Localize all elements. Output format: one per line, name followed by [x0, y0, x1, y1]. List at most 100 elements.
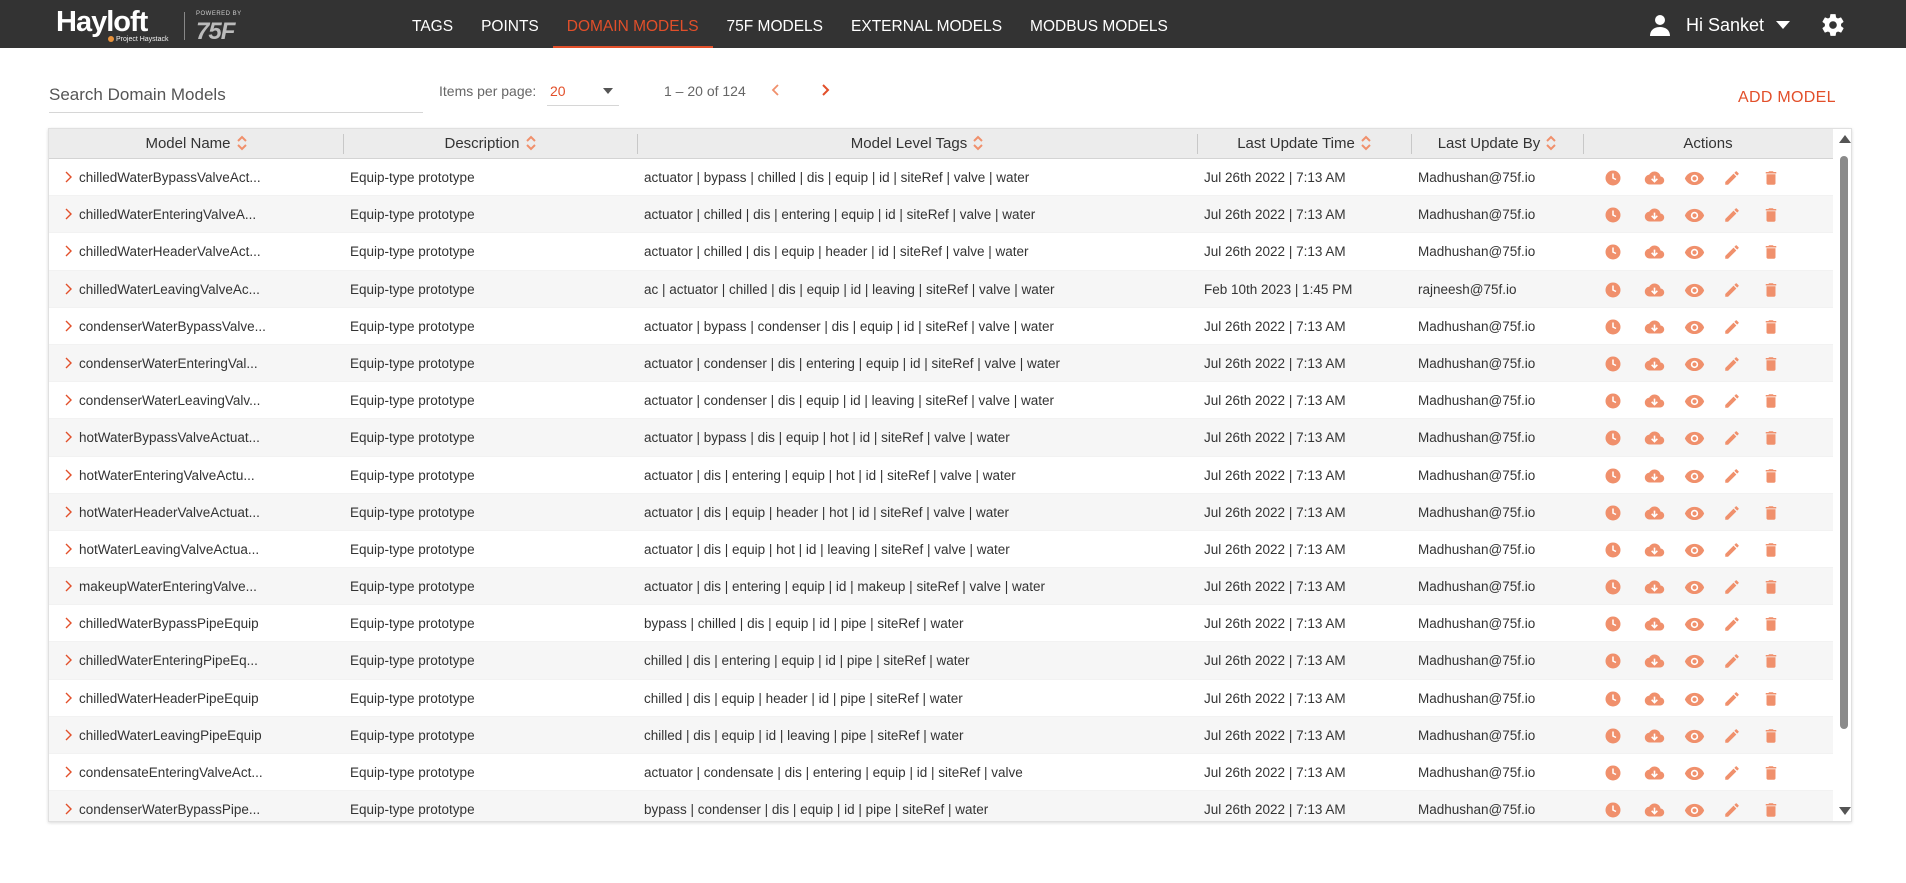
expand-row-icon[interactable] [63, 642, 75, 679]
view-icon[interactable] [1684, 504, 1705, 522]
history-icon[interactable] [1604, 690, 1622, 708]
table-row[interactable]: condensateEnteringValveAct... Equip-type… [49, 754, 1833, 792]
edit-icon[interactable] [1723, 392, 1741, 410]
view-icon[interactable] [1684, 801, 1705, 819]
expand-row-icon[interactable] [63, 754, 75, 791]
expand-row-icon[interactable] [63, 233, 75, 270]
download-icon[interactable] [1644, 801, 1665, 819]
delete-icon[interactable] [1762, 504, 1780, 522]
history-icon[interactable] [1604, 801, 1622, 819]
expand-row-icon[interactable] [63, 568, 75, 605]
delete-icon[interactable] [1762, 541, 1780, 559]
edit-icon[interactable] [1723, 429, 1741, 447]
edit-icon[interactable] [1723, 764, 1741, 782]
next-page-icon[interactable] [816, 80, 834, 100]
table-row[interactable]: chilledWaterLeavingPipeEquip Equip-type … [49, 716, 1833, 754]
expand-row-icon[interactable] [63, 531, 75, 568]
table-row[interactable]: chilledWaterEnteringValveA... Equip-type… [49, 196, 1833, 234]
view-icon[interactable] [1684, 541, 1705, 559]
view-icon[interactable] [1684, 690, 1705, 708]
add-model-button[interactable]: ADD MODEL [1738, 89, 1836, 107]
delete-icon[interactable] [1762, 727, 1780, 745]
expand-row-icon[interactable] [63, 605, 75, 642]
delete-icon[interactable] [1762, 801, 1780, 819]
download-icon[interactable] [1644, 652, 1665, 670]
scrollbar-thumb[interactable] [1840, 156, 1848, 729]
download-icon[interactable] [1644, 764, 1665, 782]
delete-icon[interactable] [1762, 243, 1780, 261]
edit-icon[interactable] [1723, 243, 1741, 261]
scroll-up-icon[interactable] [1839, 135, 1851, 143]
delete-icon[interactable] [1762, 467, 1780, 485]
expand-row-icon[interactable] [63, 196, 75, 233]
view-icon[interactable] [1684, 578, 1705, 596]
table-row[interactable]: chilledWaterLeavingValveAc... Equip-type… [49, 270, 1833, 308]
history-icon[interactable] [1604, 429, 1622, 447]
expand-row-icon[interactable] [63, 345, 75, 382]
table-row[interactable]: makeupWaterEnteringValve... Equip-type p… [49, 568, 1833, 606]
items-per-page-select[interactable]: 20 [547, 78, 619, 106]
table-row[interactable]: hotWaterLeavingValveActua... Equip-type … [49, 531, 1833, 569]
search-domain-models-input[interactable] [49, 78, 423, 113]
delete-icon[interactable] [1762, 206, 1780, 224]
edit-icon[interactable] [1723, 504, 1741, 522]
view-icon[interactable] [1684, 429, 1705, 447]
history-icon[interactable] [1604, 764, 1622, 782]
view-icon[interactable] [1684, 652, 1705, 670]
expand-row-icon[interactable] [63, 717, 75, 754]
download-icon[interactable] [1644, 169, 1665, 187]
table-row[interactable]: hotWaterEnteringValveActu... Equip-type … [49, 457, 1833, 494]
download-icon[interactable] [1644, 429, 1665, 447]
vertical-scrollbar[interactable] [1836, 129, 1851, 821]
delete-icon[interactable] [1762, 652, 1780, 670]
edit-icon[interactable] [1723, 206, 1741, 224]
history-icon[interactable] [1604, 727, 1622, 745]
history-icon[interactable] [1604, 392, 1622, 410]
delete-icon[interactable] [1762, 429, 1780, 447]
table-row[interactable]: hotWaterBypassValveActuat... Equip-type … [49, 419, 1833, 457]
download-icon[interactable] [1644, 504, 1665, 522]
history-icon[interactable] [1604, 541, 1622, 559]
expand-row-icon[interactable] [63, 382, 75, 419]
download-icon[interactable] [1644, 578, 1665, 596]
table-row[interactable]: condenserWaterLeavingValv... Equip-type … [49, 382, 1833, 420]
nav-tab-domain-models[interactable]: DOMAIN MODELS [552, 0, 713, 48]
delete-icon[interactable] [1762, 690, 1780, 708]
view-icon[interactable] [1684, 615, 1705, 633]
view-icon[interactable] [1684, 281, 1705, 299]
gear-icon[interactable] [1820, 12, 1846, 38]
download-icon[interactable] [1644, 541, 1665, 559]
delete-icon[interactable] [1762, 281, 1780, 299]
history-icon[interactable] [1604, 206, 1622, 224]
history-icon[interactable] [1604, 467, 1622, 485]
delete-icon[interactable] [1762, 318, 1780, 336]
download-icon[interactable] [1644, 690, 1665, 708]
hayloft-logo[interactable]: Hayloft Project Haystack POWERED BY 75F [56, 6, 256, 45]
column-header-last-update-time[interactable]: Last Update Time [1197, 129, 1411, 159]
view-icon[interactable] [1684, 392, 1705, 410]
table-row[interactable]: condenserWaterBypassValve... Equip-type … [49, 308, 1833, 345]
edit-icon[interactable] [1723, 281, 1741, 299]
table-row[interactable]: chilledWaterBypassValveAct... Equip-type… [49, 159, 1833, 197]
edit-icon[interactable] [1723, 318, 1741, 336]
scroll-down-icon[interactable] [1839, 807, 1851, 815]
view-icon[interactable] [1684, 467, 1705, 485]
history-icon[interactable] [1604, 578, 1622, 596]
download-icon[interactable] [1644, 318, 1665, 336]
table-row[interactable]: condenserWaterBypassPipe... Equip-type p… [49, 791, 1833, 821]
history-icon[interactable] [1604, 318, 1622, 336]
history-icon[interactable] [1604, 504, 1622, 522]
history-icon[interactable] [1604, 615, 1622, 633]
table-row[interactable]: condenserWaterEnteringVal... Equip-type … [49, 344, 1833, 383]
history-icon[interactable] [1604, 281, 1622, 299]
expand-row-icon[interactable] [63, 791, 75, 821]
download-icon[interactable] [1644, 467, 1665, 485]
download-icon[interactable] [1644, 243, 1665, 261]
column-header-description[interactable]: Description [343, 129, 637, 159]
table-row[interactable]: chilledWaterHeaderValveAct... Equip-type… [49, 233, 1833, 271]
expand-row-icon[interactable] [63, 159, 75, 196]
delete-icon[interactable] [1762, 355, 1780, 373]
nav-tab-tags[interactable]: TAGS [398, 0, 467, 48]
view-icon[interactable] [1684, 727, 1705, 745]
history-icon[interactable] [1604, 355, 1622, 373]
